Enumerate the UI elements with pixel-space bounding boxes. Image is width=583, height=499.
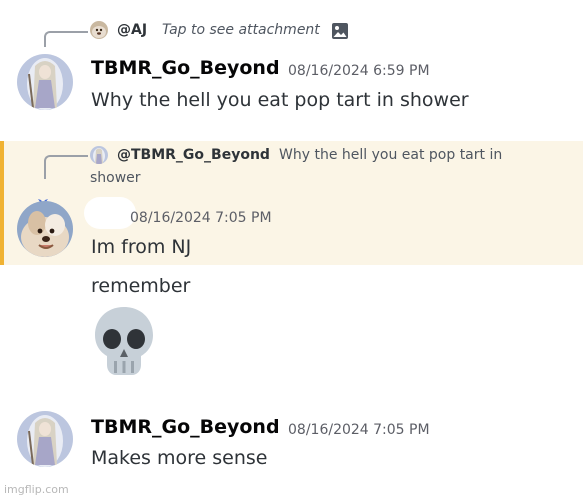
author-name[interactable]: TBMR_Go_Beyond xyxy=(91,416,280,438)
mention-highlight-bar xyxy=(0,141,4,265)
reply-preview-text-cont[interactable]: shower xyxy=(90,170,141,186)
timestamp: 08/16/2024 6:59 PM xyxy=(288,63,430,79)
message-text: Im from NJ xyxy=(91,236,192,258)
skull-emoji[interactable] xyxy=(92,305,156,377)
message-text: remember xyxy=(91,275,191,297)
avatar[interactable] xyxy=(17,201,73,257)
message-text: Why the hell you eat pop tart in shower xyxy=(91,89,469,111)
reply-connector xyxy=(44,155,88,179)
redacted-author-name xyxy=(84,197,136,229)
reply-mention[interactable]: @AJ xyxy=(117,22,147,38)
timestamp: 08/16/2024 7:05 PM xyxy=(130,210,272,226)
reply-mention[interactable]: @TBMR_Go_Beyond xyxy=(117,147,270,163)
avatar[interactable] xyxy=(17,54,73,110)
timestamp: 08/16/2024 7:05 PM xyxy=(288,422,430,438)
image-icon[interactable] xyxy=(331,22,349,40)
reply-connector xyxy=(44,31,88,47)
avatar[interactable] xyxy=(17,411,73,467)
reply-preview-text[interactable]: Tap to see attachment xyxy=(162,22,320,38)
author-name[interactable]: TBMR_Go_Beyond xyxy=(91,57,280,79)
reply-avatar-aj[interactable] xyxy=(90,21,108,39)
reply-avatar-tbmr[interactable] xyxy=(90,146,108,164)
message-text: Makes more sense xyxy=(91,447,268,469)
watermark: imgflip.com xyxy=(4,483,69,496)
reply-preview-text[interactable]: Why the hell you eat pop tart in xyxy=(279,147,502,163)
